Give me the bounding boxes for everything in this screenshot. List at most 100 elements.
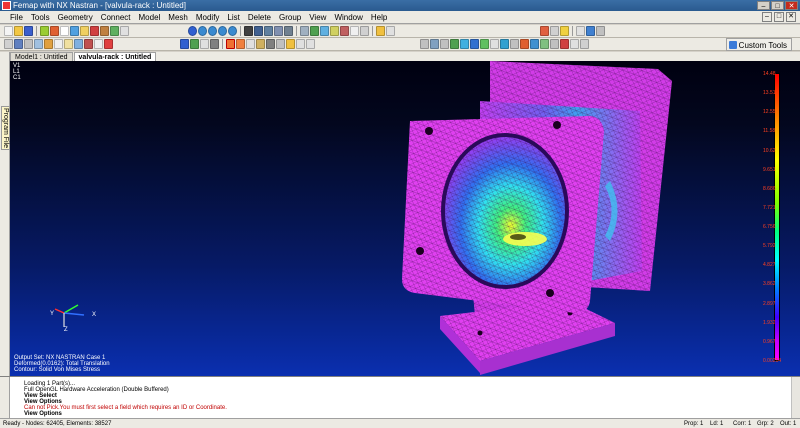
select-load-icon[interactable] [500, 39, 509, 49]
menu-mesh[interactable]: Mesh [164, 11, 192, 24]
menu-connect[interactable]: Connect [97, 11, 135, 24]
menu-window[interactable]: Window [330, 11, 366, 24]
measure-icon[interactable] [550, 26, 559, 36]
select-curve-icon[interactable] [440, 39, 449, 49]
pan-icon[interactable] [244, 26, 253, 36]
select-connection-icon[interactable] [550, 39, 559, 49]
rotate-down-icon[interactable] [228, 26, 237, 36]
regenerate-icon[interactable] [360, 26, 369, 36]
rebuild-icon[interactable] [110, 26, 119, 36]
rotate-up-icon[interactable] [218, 26, 227, 36]
close-icon[interactable]: ✕ [785, 1, 798, 10]
rotate-right-icon[interactable] [208, 26, 217, 36]
custom-tools-button[interactable]: Custom Tools [725, 38, 792, 51]
new-file-icon[interactable] [4, 26, 13, 36]
redo-icon[interactable] [90, 26, 99, 36]
messages-pane[interactable]: Loading 1 Part(s)... Full OpenGL Hardware… [0, 376, 800, 419]
post-options-icon[interactable] [286, 39, 295, 49]
criteria-icon[interactable] [236, 39, 245, 49]
redraw-icon[interactable] [350, 26, 359, 36]
menu-help[interactable]: Help [367, 11, 391, 24]
freebody-icon[interactable] [200, 39, 209, 49]
view-style-icon[interactable] [376, 26, 385, 36]
femap-app-icon[interactable] [2, 1, 11, 10]
workplane-icon[interactable] [310, 26, 319, 36]
tools-icon[interactable] [540, 26, 549, 36]
copy-picture-icon[interactable] [70, 26, 79, 36]
model-info-icon[interactable] [4, 39, 13, 49]
isosurface-icon[interactable] [276, 39, 285, 49]
tab-model1[interactable]: Model1 : Untitled [10, 52, 73, 61]
x-y-plot-icon[interactable] [256, 39, 265, 49]
mdi-restore-icon[interactable]: □ [774, 12, 784, 22]
rotate-left-icon[interactable] [198, 26, 207, 36]
snap-to-icon[interactable] [586, 26, 595, 36]
select-region-icon[interactable] [560, 39, 569, 49]
print-icon[interactable] [60, 26, 69, 36]
menu-file[interactable]: File [6, 11, 27, 24]
import-icon[interactable] [40, 26, 49, 36]
messages-pane-icon[interactable] [94, 39, 103, 49]
menu-tools[interactable]: Tools [27, 11, 54, 24]
post-data-icon[interactable] [246, 39, 255, 49]
entity-editor-icon[interactable] [24, 39, 33, 49]
section-cut-icon[interactable] [266, 39, 275, 49]
menu-list[interactable]: List [223, 11, 243, 24]
messages-icon[interactable] [120, 26, 129, 36]
select-group-icon[interactable] [520, 39, 529, 49]
animate-icon[interactable] [210, 39, 219, 49]
minimize-icon[interactable]: – [757, 1, 770, 10]
select-property-icon[interactable] [480, 39, 489, 49]
select-constraint-icon[interactable] [510, 39, 519, 49]
post-dropdown-icon[interactable] [306, 39, 315, 49]
select-material-icon[interactable] [490, 39, 499, 49]
axis-icon[interactable] [254, 26, 263, 36]
contour-active-icon[interactable] [226, 39, 235, 49]
open-folder-icon[interactable] [14, 26, 23, 36]
data-table-icon[interactable] [14, 39, 23, 49]
select-box-icon[interactable] [300, 26, 309, 36]
stop-icon[interactable] [104, 39, 113, 49]
maximize-icon[interactable]: □ [771, 1, 784, 10]
deform-icon[interactable] [180, 39, 189, 49]
menu-delete[interactable]: Delete [244, 11, 275, 24]
save-icon[interactable] [24, 26, 33, 36]
select-layer-icon[interactable] [530, 39, 539, 49]
select-none-icon[interactable] [580, 39, 589, 49]
export-icon[interactable] [50, 26, 59, 36]
entity-icon[interactable] [100, 26, 109, 36]
view-options-icon[interactable] [386, 26, 395, 36]
program-file-tab[interactable]: Program File [1, 106, 10, 150]
entity-info-icon[interactable] [64, 39, 73, 49]
select-solid-icon[interactable] [460, 39, 469, 49]
charting-icon[interactable] [44, 39, 53, 49]
analysis-monitor-icon[interactable] [74, 39, 83, 49]
select-node-icon[interactable] [420, 39, 429, 49]
select-point-icon[interactable] [470, 39, 479, 49]
tab-valvula-rack[interactable]: valvula-rack : Untitled [73, 52, 157, 61]
check-icon[interactable] [560, 26, 569, 36]
mdi-minimize-icon[interactable]: – [762, 12, 772, 22]
select-surface-icon[interactable] [450, 39, 459, 49]
snap-icon[interactable] [320, 26, 329, 36]
view-center-icon[interactable] [340, 26, 349, 36]
magnify-icon[interactable] [284, 26, 293, 36]
post-processing-toolbox-icon[interactable] [84, 39, 93, 49]
zoom-icon[interactable] [264, 26, 273, 36]
api-programming-icon[interactable] [34, 39, 43, 49]
rotate-icon[interactable] [188, 26, 197, 36]
autoscale-icon[interactable] [274, 26, 283, 36]
undo-icon[interactable] [80, 26, 89, 36]
select-all-icon[interactable] [570, 39, 579, 49]
graphics-viewport[interactable]: V1 L1 C1 Y X Z 14.48 13.51 12.55 11.58 1… [10, 61, 800, 376]
menu-group[interactable]: Group [275, 11, 305, 24]
meshing-toolbox-icon[interactable] [54, 39, 63, 49]
menu-modify[interactable]: Modify [192, 11, 224, 24]
output-set-icon[interactable] [296, 39, 305, 49]
select-coordinate-icon[interactable] [540, 39, 549, 49]
workplane-toggle-icon[interactable] [576, 26, 585, 36]
menu-model[interactable]: Model [135, 11, 165, 24]
toolbox-icon[interactable] [596, 26, 605, 36]
select-element-icon[interactable] [430, 39, 439, 49]
view-align-icon[interactable] [330, 26, 339, 36]
